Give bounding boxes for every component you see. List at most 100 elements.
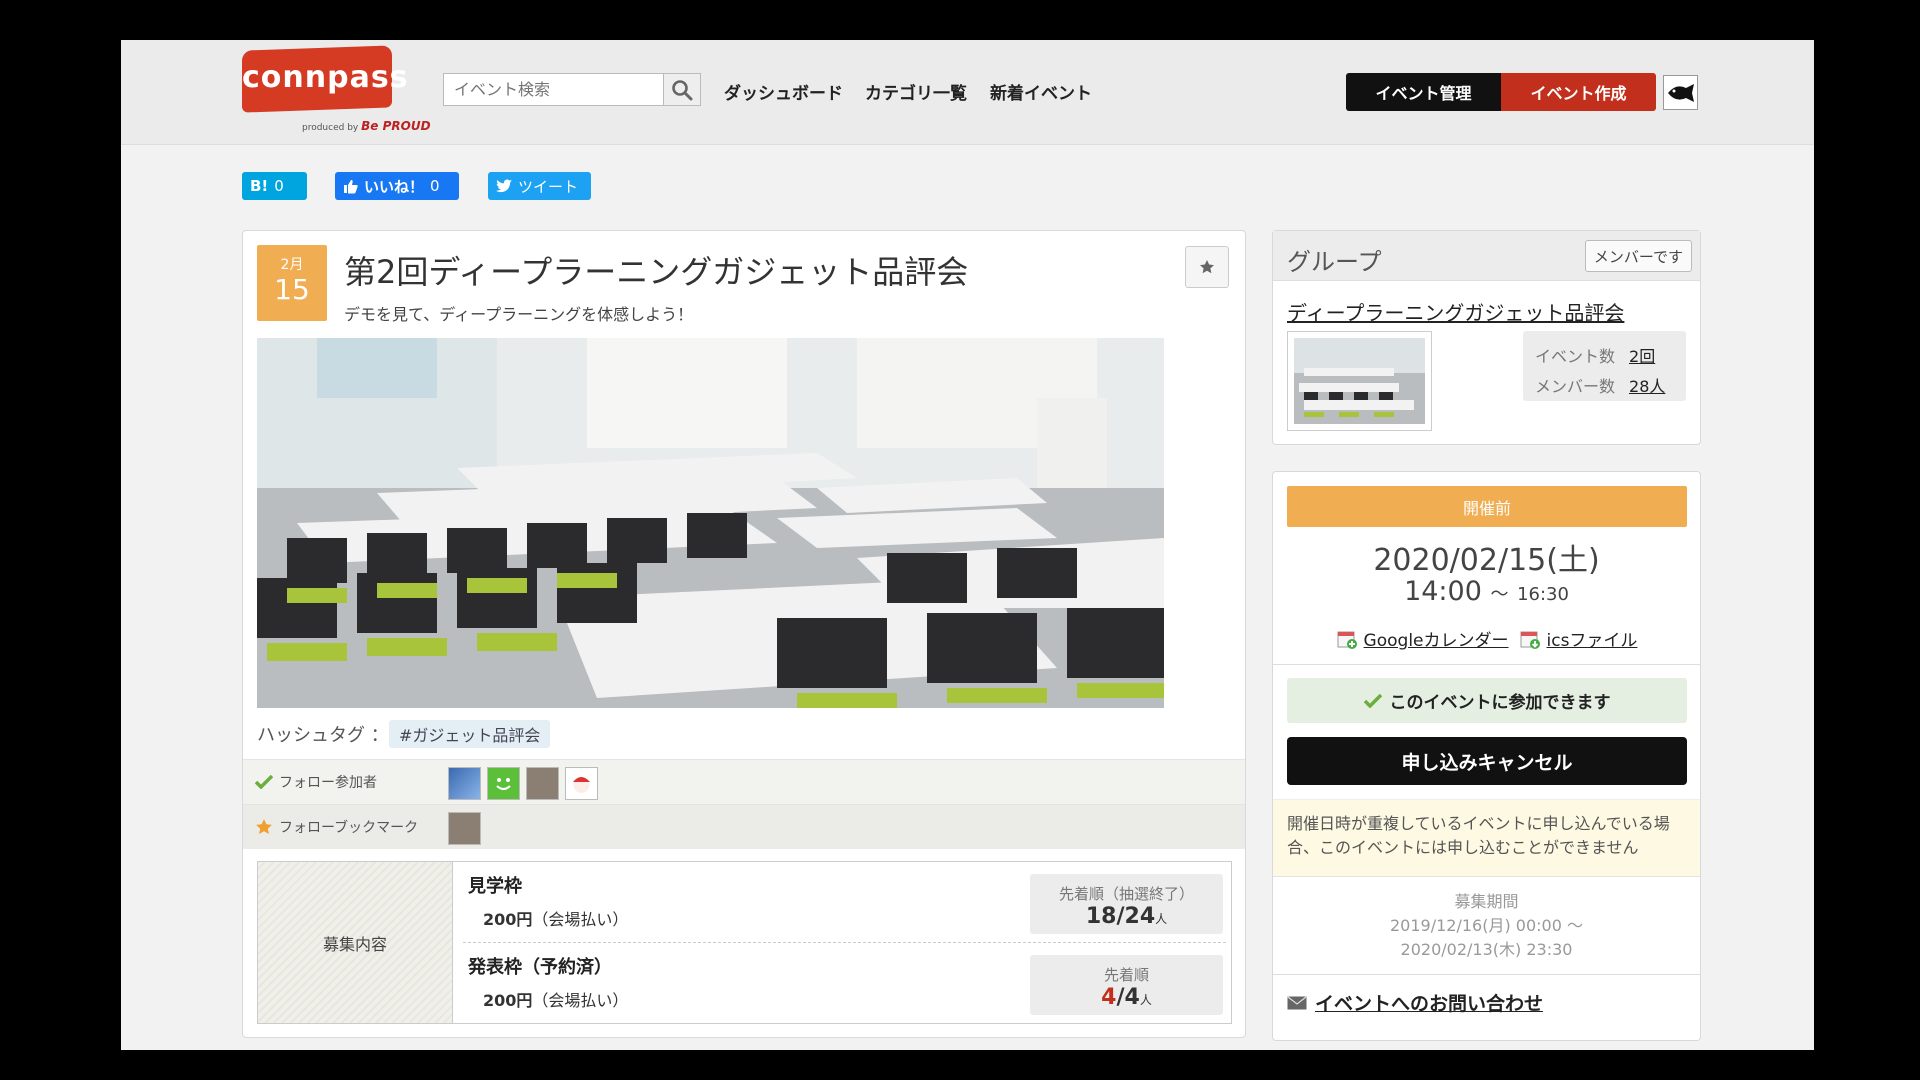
recruitment-label: 募集内容	[258, 862, 453, 1023]
user-avatar[interactable]	[1663, 75, 1698, 110]
logo-producer-brand: Be PROUD	[361, 119, 431, 133]
tweet-label: ツイート	[518, 177, 579, 196]
event-date: 2020/02/15(土)	[1373, 543, 1600, 578]
follow-bookmark-label-wrap: フォローブックマーク	[255, 817, 418, 837]
facebook-like-button[interactable]: いいね！ 0	[335, 172, 459, 200]
mail-icon	[1287, 996, 1307, 1009]
tier-price-amount: 200円	[483, 910, 533, 929]
group-header: グループ メンバーです	[1273, 231, 1700, 281]
smiley-icon	[496, 778, 511, 790]
tier-name: 見学枠	[468, 876, 522, 897]
tier-price: 200円（会場払い）	[483, 987, 628, 1011]
tier-name: 発表枠（予約済）	[468, 957, 612, 978]
logo-producer-text: produced by	[302, 123, 359, 133]
cancel-registration-button[interactable]: 申し込みキャンセル	[1287, 737, 1687, 785]
logo-text: connpass	[242, 60, 409, 95]
tier-divider	[463, 942, 1226, 943]
tier-capacity-box: 先着順 4/4人	[1030, 955, 1223, 1015]
member-status-button[interactable]: メンバーです	[1584, 240, 1692, 272]
divider	[1273, 664, 1700, 665]
participant-avatar[interactable]	[487, 767, 520, 800]
tier-unit: 人	[1155, 912, 1168, 926]
like-label: いいね！	[364, 177, 425, 196]
group-events-value[interactable]: 2回	[1629, 343, 1655, 367]
thumbs-up-icon	[344, 179, 358, 193]
calendar-download-icon	[1520, 631, 1540, 649]
mascot-icon	[573, 777, 590, 793]
contact-organizer[interactable]: イベントへのお問い合わせ	[1287, 989, 1543, 1016]
group-heading: グループ	[1287, 248, 1382, 276]
group-thumbnail-image	[1294, 338, 1425, 424]
group-card: グループ メンバーです ディープラーニングガジェット品評会 イベント数 2回 メン…	[1272, 230, 1701, 445]
group-thumbnail[interactable]	[1287, 331, 1432, 431]
tier-type: 先着順（抽選終了）	[1058, 885, 1194, 903]
registration-period-label: 募集期間	[1454, 892, 1519, 911]
participant-avatar[interactable]	[565, 767, 598, 800]
overlap-warning: 開催日時が重複しているイベントに申し込んでいる場合、このイベントには申し込むこと…	[1273, 799, 1700, 877]
ics-file-link[interactable]: icsファイル	[1547, 626, 1638, 651]
event-cover-image	[257, 338, 1164, 708]
tier-capacity: 4	[1124, 985, 1140, 1010]
nav-categories[interactable]: カテゴリ一覧	[865, 79, 967, 104]
like-count: 0	[430, 177, 440, 195]
tier-count: 18/24人	[1085, 904, 1168, 929]
hashtag-label: ハッシュタグ ：	[257, 725, 389, 746]
group-name-link[interactable]: ディープラーニングガジェット品評会	[1287, 297, 1624, 326]
registration-period-end: 2020/02/13(木) 23:30	[1400, 940, 1573, 959]
hatena-label: B!	[250, 177, 269, 195]
tier-price-note: （会場払い）	[532, 991, 629, 1010]
hatena-bookmark-button[interactable]: B! 0	[242, 172, 307, 200]
event-create-button[interactable]: イベント作成	[1501, 73, 1656, 111]
participant-avatar[interactable]	[526, 767, 559, 800]
follow-participants-label: フォロー参加者	[279, 775, 377, 791]
classroom-photo	[1294, 338, 1425, 424]
star-icon	[256, 819, 272, 834]
event-manage-button[interactable]: イベント管理	[1346, 73, 1501, 111]
twitter-bird-icon	[496, 179, 512, 193]
recruitment-table: 募集内容 見学枠 200円（会場払い） 先着順（抽選終了） 18/24人 発表枠…	[257, 861, 1232, 1024]
tier-capacity: 24	[1124, 904, 1156, 929]
classroom-photo	[257, 338, 1164, 708]
tweet-button[interactable]: ツイート	[488, 172, 591, 200]
check-icon	[255, 775, 273, 789]
participant-avatar[interactable]	[448, 767, 481, 800]
tier-price-amount: 200円	[483, 991, 533, 1010]
can-join-text: このイベントに参加できます	[1389, 693, 1611, 713]
nav-new-events[interactable]: 新着イベント	[990, 79, 1092, 104]
group-stats: イベント数 2回 メンバー数 28人	[1523, 331, 1686, 401]
check-icon	[1363, 693, 1382, 708]
tier-price: 200円（会場払い）	[483, 906, 628, 930]
hashtag-link[interactable]: #ガジェット品評会	[389, 720, 551, 748]
logo-producer: produced by Be PROUD	[302, 119, 431, 133]
connpass-logo[interactable]: connpass produced by Be PROUD	[242, 45, 431, 140]
browser-viewport: connpass produced by Be PROUD ダッシュボード カテ…	[121, 40, 1814, 1050]
follow-bookmark-label: フォローブックマーク	[279, 820, 419, 836]
search-button[interactable]	[663, 74, 700, 105]
event-status-card: 開催前 2020/02/15(土) 14:00 ～ 16:30 Googleカレ…	[1272, 471, 1701, 1041]
event-status-banner: 開催前	[1287, 486, 1687, 527]
google-calendar-link[interactable]: Googleカレンダー	[1364, 626, 1509, 651]
follow-participants-label-wrap: フォロー参加者	[255, 772, 377, 792]
tier-price-note: （会場払い）	[532, 910, 629, 929]
can-join-notice: このイベントに参加できます	[1287, 678, 1687, 723]
fish-icon	[1667, 83, 1694, 102]
group-members-label: メンバー数	[1535, 377, 1616, 396]
calendar-links: Googleカレンダー icsファイル	[1273, 626, 1700, 651]
event-title: 第2回ディープラーニングガジェット品評会	[344, 253, 969, 291]
bookmark-button[interactable]	[1185, 246, 1229, 288]
event-time-end: 16:30	[1517, 584, 1569, 605]
event-main-card: 2月 15 第2回ディープラーニングガジェット品評会 デモを見て、ディープラーニ…	[242, 230, 1246, 1038]
hatena-count: 0	[274, 177, 284, 195]
contact-organizer-link[interactable]: イベントへのお問い合わせ	[1315, 989, 1543, 1016]
search-input[interactable]	[444, 74, 663, 105]
tier-unit: 人	[1139, 993, 1152, 1007]
group-members-value[interactable]: 28人	[1629, 373, 1665, 397]
site-header: connpass produced by Be PROUD ダッシュボード カテ…	[121, 40, 1814, 145]
group-members-stat: メンバー数 28人	[1535, 373, 1665, 397]
event-day: 15	[274, 273, 310, 306]
event-subtitle: デモを見て、ディープラーニングを体感しよう！	[344, 305, 694, 324]
star-icon	[1200, 260, 1214, 274]
group-events-stat: イベント数 2回	[1535, 343, 1655, 367]
nav-dashboard[interactable]: ダッシュボード	[724, 79, 843, 104]
bookmark-user-avatar[interactable]	[448, 812, 481, 845]
